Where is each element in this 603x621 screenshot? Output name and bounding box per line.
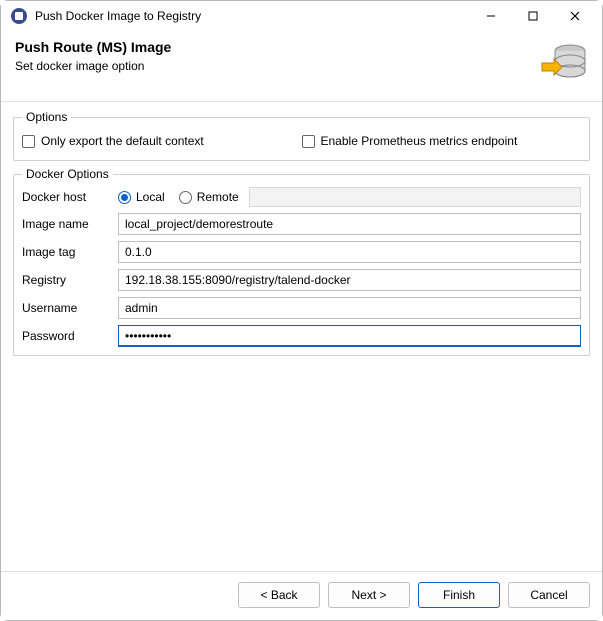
only-export-checkbox[interactable]: Only export the default context	[22, 134, 204, 148]
close-button[interactable]	[554, 2, 596, 30]
radio-remote-label: Remote	[197, 190, 239, 204]
image-tag-input[interactable]	[118, 241, 581, 263]
title-bar: Push Docker Image to Registry	[1, 1, 602, 31]
back-button[interactable]: < Back	[238, 582, 320, 608]
image-name-input[interactable]	[118, 213, 581, 235]
content-area: Options Only export the default context …	[1, 102, 602, 571]
page-subtitle: Set docker image option	[15, 59, 532, 73]
password-input[interactable]	[118, 325, 581, 347]
registry-label: Registry	[22, 273, 110, 287]
username-input[interactable]	[118, 297, 581, 319]
wizard-footer: < Back Next > Finish Cancel	[1, 571, 602, 620]
image-tag-label: Image tag	[22, 245, 110, 259]
prometheus-checkbox[interactable]: Enable Prometheus metrics endpoint	[302, 134, 518, 148]
database-push-icon	[540, 39, 588, 87]
maximize-button[interactable]	[512, 2, 554, 30]
password-label: Password	[22, 329, 110, 343]
checkbox-icon	[22, 135, 35, 148]
wizard-banner: Push Route (MS) Image Set docker image o…	[1, 31, 602, 102]
window-title: Push Docker Image to Registry	[35, 9, 201, 23]
close-icon	[570, 11, 580, 21]
next-button[interactable]: Next >	[328, 582, 410, 608]
remote-host-disabled-field	[249, 187, 581, 207]
radio-local-label: Local	[136, 190, 165, 204]
maximize-icon	[528, 11, 538, 21]
image-name-label: Image name	[22, 217, 110, 231]
username-label: Username	[22, 301, 110, 315]
docker-host-label: Docker host	[22, 190, 110, 204]
radio-icon	[179, 191, 192, 204]
docker-host-local-radio[interactable]: Local	[118, 190, 165, 204]
cancel-button[interactable]: Cancel	[508, 582, 590, 608]
registry-input[interactable]	[118, 269, 581, 291]
app-icon	[11, 8, 27, 24]
prometheus-label: Enable Prometheus metrics endpoint	[321, 134, 518, 148]
docker-options-legend: Docker Options	[22, 167, 113, 181]
minimize-button[interactable]	[470, 2, 512, 30]
finish-button[interactable]: Finish	[418, 582, 500, 608]
page-title: Push Route (MS) Image	[15, 39, 532, 55]
checkbox-icon	[302, 135, 315, 148]
docker-options-fieldset: Docker Options Docker host Local Remote …	[13, 167, 590, 356]
docker-host-remote-radio[interactable]: Remote	[179, 190, 239, 204]
radio-icon	[118, 191, 131, 204]
only-export-label: Only export the default context	[41, 134, 204, 148]
options-fieldset: Options Only export the default context …	[13, 110, 590, 161]
minimize-icon	[486, 11, 496, 21]
options-legend: Options	[22, 110, 71, 124]
